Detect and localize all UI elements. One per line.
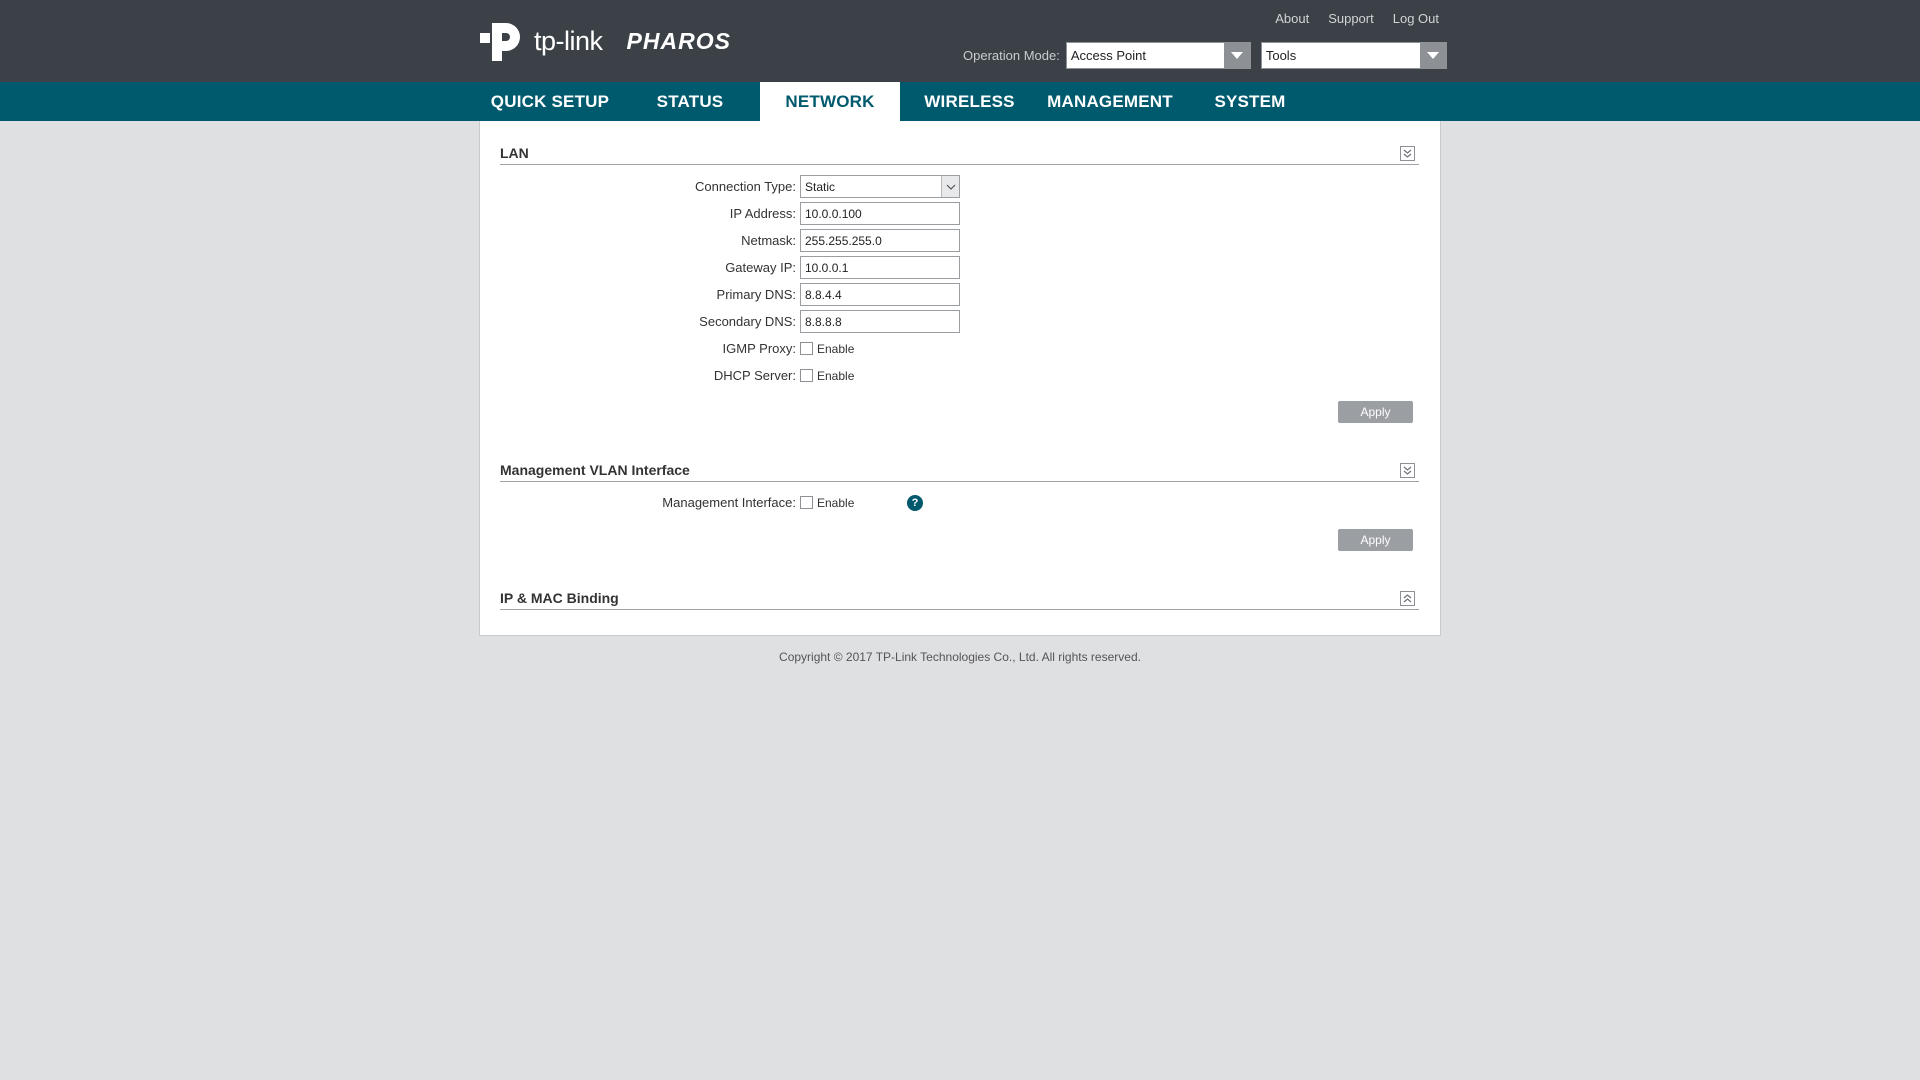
logout-link[interactable]: Log Out: [1393, 11, 1439, 26]
dhcp-server-enable-label: Enable: [817, 368, 855, 383]
gateway-label: Gateway IP:: [725, 260, 796, 275]
binding-section-header: IP & MAC Binding: [500, 588, 1419, 610]
operation-mode-value: Access Point: [1070, 48, 1146, 63]
dhcp-server-checkbox[interactable]: [800, 369, 813, 382]
dhcp-server-toggle: Enable: [800, 364, 854, 387]
operation-mode-group: Operation Mode: Access Point Tools: [963, 42, 1447, 69]
ip-address-input[interactable]: [800, 202, 960, 225]
about-link[interactable]: About: [1275, 11, 1309, 26]
vlan-section-header: Management VLAN Interface: [500, 460, 1419, 482]
vlan-apply-button[interactable]: Apply: [1338, 529, 1413, 551]
connection-type-row: Connection Type: Static: [695, 175, 960, 198]
tp-link-logo[interactable]: tp-link PHAROS: [480, 16, 731, 66]
secondary-dns-label: Secondary DNS:: [699, 314, 796, 329]
secondary-dns-input[interactable]: [800, 310, 960, 333]
connection-type-select[interactable]: Static: [800, 175, 960, 198]
lan-section-title: LAN: [500, 145, 529, 161]
tab-management[interactable]: MANAGEMENT: [1040, 82, 1180, 121]
product-name: PHAROS: [626, 27, 731, 54]
management-interface-label: Management Interface:: [662, 495, 796, 510]
chevron-down-icon[interactable]: [1223, 43, 1250, 68]
netmask-input[interactable]: [800, 229, 960, 252]
lan-section-header: LAN: [500, 143, 1419, 165]
logo-text: tp-link: [534, 25, 603, 56]
chevron-down-icon[interactable]: [1419, 43, 1446, 68]
netmask-label: Netmask:: [741, 233, 796, 248]
gateway-input[interactable]: [800, 256, 960, 279]
operation-mode-select[interactable]: Access Point: [1065, 42, 1251, 69]
primary-dns-label: Primary DNS:: [716, 287, 796, 302]
tab-network[interactable]: NETWORK: [760, 82, 900, 121]
primary-dns-input[interactable]: [800, 283, 960, 306]
tab-status[interactable]: STATUS: [640, 82, 740, 121]
tab-system[interactable]: SYSTEM: [1200, 82, 1300, 121]
footer-copyright: Copyright © 2017 TP-Link Technologies Co…: [779, 650, 1141, 664]
igmp-proxy-label: IGMP Proxy:: [722, 341, 796, 356]
ip-address-label: IP Address:: [729, 206, 796, 221]
support-link[interactable]: Support: [1328, 11, 1374, 26]
tab-wireless[interactable]: WIRELESS: [912, 82, 1027, 121]
binding-section-title: IP & MAC Binding: [500, 590, 619, 606]
help-icon[interactable]: ?: [907, 495, 923, 511]
management-interface-toggle: Enable: [800, 491, 854, 514]
igmp-proxy-toggle: Enable: [800, 337, 854, 360]
expand-icon[interactable]: [1400, 591, 1415, 606]
collapse-icon[interactable]: [1400, 146, 1415, 161]
tools-select[interactable]: Tools: [1260, 42, 1447, 69]
operation-mode-label: Operation Mode:: [963, 48, 1060, 63]
connection-type-value: Static: [805, 179, 836, 194]
management-interface-enable-label: Enable: [817, 495, 855, 510]
content-panel: LAN Connection Type: Static IP Address: …: [479, 121, 1441, 636]
igmp-proxy-checkbox[interactable]: [800, 342, 813, 355]
dhcp-server-label: DHCP Server:: [713, 368, 796, 383]
collapse-icon[interactable]: [1400, 463, 1415, 478]
top-links: About Support Log Out: [1275, 11, 1439, 26]
tab-quick-setup[interactable]: QUICK SETUP: [480, 82, 620, 121]
vlan-section-title: Management VLAN Interface: [500, 462, 690, 478]
tools-value: Tools: [1265, 48, 1297, 63]
main-nav: QUICK SETUP STATUS NETWORK WIRELESS MANA…: [0, 82, 1920, 121]
connection-type-label: Connection Type:: [695, 179, 796, 194]
chevron-down-icon[interactable]: [941, 176, 959, 197]
management-interface-checkbox[interactable]: [800, 496, 813, 509]
tp-link-logo-icon: [480, 17, 528, 65]
top-header: tp-link PHAROS About Support Log Out Ope…: [0, 0, 1920, 82]
lan-apply-button[interactable]: Apply: [1338, 401, 1413, 423]
igmp-proxy-enable-label: Enable: [817, 341, 855, 356]
